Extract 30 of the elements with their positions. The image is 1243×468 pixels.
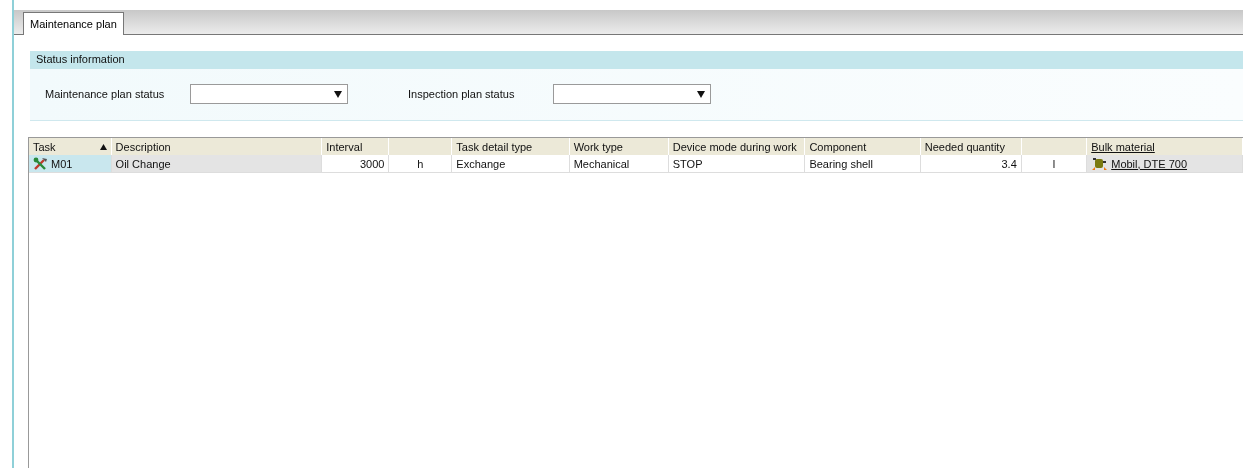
sort-ascending-icon xyxy=(99,143,107,150)
section-title: Status information xyxy=(30,51,1243,69)
column-header[interactable]: Description xyxy=(111,138,322,155)
oil-barrel-icon xyxy=(1091,156,1109,171)
table-cell: Oil Change xyxy=(111,155,322,173)
tools-icon xyxy=(33,157,48,170)
column-header[interactable]: Device mode during work xyxy=(668,138,805,155)
column-header[interactable]: Component xyxy=(804,138,921,155)
dropdown-arrow-icon xyxy=(334,90,342,98)
table-cell: Exchange xyxy=(451,155,570,173)
status-dropdown[interactable] xyxy=(553,84,711,104)
table-cell: Bearing shell xyxy=(804,155,921,173)
column-header[interactable]: Interval xyxy=(321,138,389,155)
status-dropdown[interactable] xyxy=(190,84,348,104)
column-header[interactable]: Needed quantity xyxy=(920,138,1022,155)
column-header[interactable]: Task xyxy=(29,138,112,155)
field-label: Inspection plan status xyxy=(408,88,516,100)
field-label: Maintenance plan status xyxy=(45,88,166,100)
table-cell: 3.4 xyxy=(920,155,1022,173)
task-cell: M01 xyxy=(51,157,73,170)
table-cell: Mechanical xyxy=(569,155,669,173)
column-header[interactable]: Bulk material xyxy=(1086,138,1243,155)
column-header[interactable]: Work type xyxy=(569,138,669,155)
dropdown-arrow-icon xyxy=(697,90,705,98)
tab[interactable]: Maintenance plan xyxy=(23,12,124,35)
table-cell: h xyxy=(388,155,452,173)
column-header[interactable]: Task detail type xyxy=(451,138,570,155)
table-cell: 3000 xyxy=(321,155,389,173)
table-cell: l xyxy=(1021,155,1087,173)
table-cell: STOP xyxy=(668,155,805,173)
